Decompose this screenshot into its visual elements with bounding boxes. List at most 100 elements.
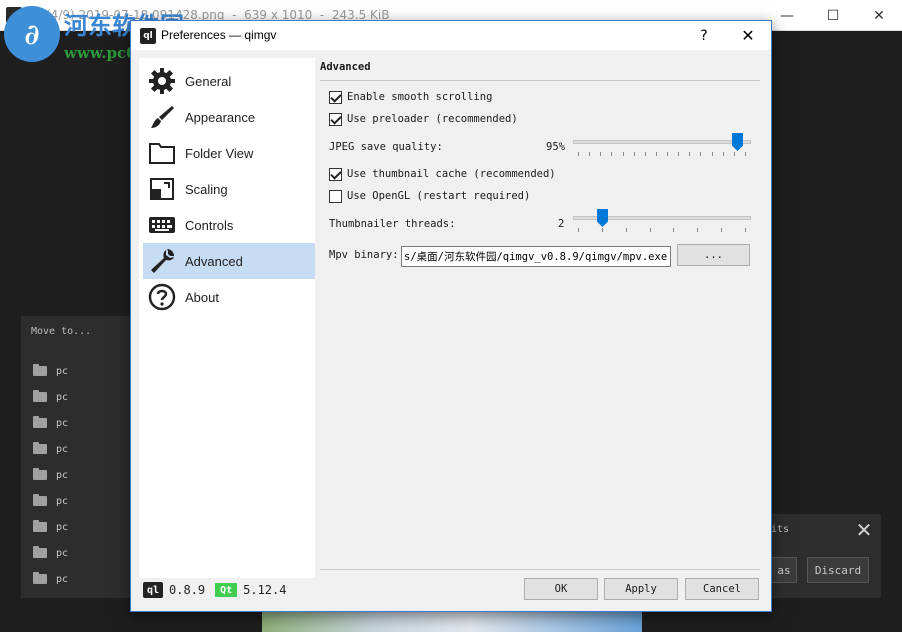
move-to-item-label: pc bbox=[56, 495, 69, 507]
scaling-icon bbox=[147, 174, 177, 204]
move-to-item[interactable]: pc bbox=[33, 468, 68, 482]
dialog-close-button[interactable]: ✕ bbox=[729, 21, 767, 50]
move-to-item[interactable]: pc bbox=[33, 572, 68, 586]
move-to-item-label: pc bbox=[56, 391, 69, 403]
jpeg-quality-slider[interactable] bbox=[573, 133, 751, 157]
slider-tick bbox=[745, 152, 746, 156]
edits-panel-label: its bbox=[771, 524, 790, 535]
checkbox-box[interactable] bbox=[329, 90, 342, 104]
jpeg-quality-value: 95% bbox=[546, 141, 565, 153]
ok-button[interactable]: OK bbox=[524, 578, 598, 600]
slider-tick bbox=[634, 152, 635, 156]
edits-panel: its ✕ as Discard bbox=[771, 514, 881, 598]
move-to-item[interactable]: pc bbox=[33, 494, 68, 508]
slider-tick bbox=[723, 152, 724, 156]
cancel-button[interactable]: Cancel bbox=[685, 578, 759, 600]
slider-tick bbox=[689, 152, 690, 156]
preferences-dialog: ql Preferences — qimgv ? ✕ General Appea… bbox=[130, 20, 772, 612]
mpv-binary-input[interactable]: s/桌面/河东软件园/qimgv_v0.8.9/qimgv/mpv.exe bbox=[401, 246, 671, 267]
move-to-item-label: pc bbox=[56, 573, 69, 585]
folder-icon bbox=[33, 546, 47, 558]
move-to-item[interactable]: pc bbox=[33, 520, 68, 534]
sidebar-item-folder-view[interactable]: Folder View bbox=[143, 135, 315, 171]
help-button[interactable]: ? bbox=[689, 21, 719, 50]
settings-sidebar: General Appearance Folder View Scaling C… bbox=[139, 58, 315, 578]
save-as-button[interactable]: as bbox=[771, 557, 797, 583]
thumbnailer-threads-value: 2 bbox=[558, 218, 565, 230]
folder-icon bbox=[33, 468, 47, 480]
checkbox-label: Enable smooth scrolling bbox=[347, 91, 493, 103]
slider-tick bbox=[589, 152, 590, 156]
thumbnail-cache-checkbox[interactable]: Use thumbnail cache (recommended) bbox=[329, 166, 556, 182]
sidebar-item-scaling[interactable]: Scaling bbox=[143, 171, 315, 207]
sidebar-item-about[interactable]: About bbox=[143, 279, 315, 315]
qimgv-logo-icon: ql bbox=[143, 582, 163, 598]
main-close-button[interactable]: ✕ bbox=[856, 0, 902, 31]
slider-tick bbox=[578, 152, 579, 156]
sidebar-item-general[interactable]: General bbox=[143, 63, 315, 99]
move-to-panel: Move to... pc pc pc pc pc pc pc pc pc bbox=[21, 316, 132, 598]
close-icon[interactable]: ✕ bbox=[854, 520, 874, 540]
section-title: Advanced bbox=[320, 61, 371, 73]
slider-tick bbox=[700, 152, 701, 156]
slider-tick bbox=[650, 228, 651, 232]
thumbnailer-threads-slider[interactable] bbox=[573, 209, 751, 233]
help-circle-icon bbox=[147, 282, 177, 312]
maximize-button[interactable]: ☐ bbox=[810, 0, 856, 31]
checkbox-label: Use OpenGL (restart required) bbox=[347, 190, 531, 202]
folder-icon bbox=[147, 138, 177, 168]
move-to-item[interactable]: pc bbox=[33, 364, 68, 378]
slider-tick bbox=[734, 152, 735, 156]
jpeg-quality-label: JPEG save quality: bbox=[329, 141, 443, 153]
sidebar-item-label: Advanced bbox=[185, 253, 243, 269]
smooth-scrolling-checkbox[interactable]: Enable smooth scrolling bbox=[329, 89, 492, 105]
folder-icon bbox=[33, 442, 47, 454]
move-to-item[interactable]: pc bbox=[33, 442, 68, 456]
brush-icon bbox=[147, 102, 177, 132]
slider-tick bbox=[602, 228, 603, 232]
move-to-item-label: pc bbox=[56, 417, 69, 429]
preloader-checkbox[interactable]: Use preloader (recommended) bbox=[329, 111, 518, 127]
slider-handle[interactable] bbox=[732, 133, 743, 151]
slider-track bbox=[573, 140, 751, 144]
folder-icon bbox=[33, 416, 47, 428]
slider-tick bbox=[678, 152, 679, 156]
sidebar-item-advanced[interactable]: Advanced bbox=[143, 243, 315, 279]
sidebar-item-controls[interactable]: Controls bbox=[143, 207, 315, 243]
thumbnailer-threads-label: Thumbnailer threads: bbox=[329, 218, 456, 230]
sidebar-item-label: Scaling bbox=[185, 181, 228, 197]
qt-logo-icon: Qt bbox=[215, 583, 238, 597]
slider-tick bbox=[656, 152, 657, 156]
slider-tick bbox=[712, 152, 713, 156]
checkbox-box[interactable] bbox=[329, 189, 342, 203]
move-to-item-label: pc bbox=[56, 547, 69, 559]
move-to-item[interactable]: pc bbox=[33, 390, 68, 404]
slider-tick bbox=[623, 152, 624, 156]
sidebar-item-label: Folder View bbox=[185, 145, 254, 161]
dialog-titlebar: ql Preferences — qimgv ? ✕ bbox=[131, 21, 771, 50]
checkbox-label: Use thumbnail cache (recommended) bbox=[347, 168, 556, 180]
move-to-header: Move to... bbox=[31, 326, 92, 337]
slider-tick bbox=[673, 228, 674, 232]
checkbox-label: Use preloader (recommended) bbox=[347, 113, 518, 125]
apply-button[interactable]: Apply bbox=[604, 578, 678, 600]
slider-tick bbox=[645, 152, 646, 156]
folder-icon bbox=[33, 494, 47, 506]
move-to-item[interactable]: pc bbox=[33, 546, 68, 560]
sidebar-item-label: General bbox=[185, 73, 232, 89]
gear-icon bbox=[147, 66, 177, 96]
slider-tick bbox=[745, 228, 746, 232]
browse-button[interactable]: ... bbox=[677, 244, 750, 266]
folder-icon bbox=[33, 390, 47, 402]
sidebar-item-label: About bbox=[185, 289, 219, 305]
folder-icon bbox=[33, 520, 47, 532]
checkbox-box[interactable] bbox=[329, 112, 342, 126]
move-to-item[interactable]: pc bbox=[33, 416, 68, 430]
slider-handle[interactable] bbox=[597, 209, 608, 227]
discard-button[interactable]: Discard bbox=[807, 557, 869, 583]
sidebar-item-appearance[interactable]: Appearance bbox=[143, 99, 315, 135]
opengl-checkbox[interactable]: Use OpenGL (restart required) bbox=[329, 188, 530, 204]
folder-icon bbox=[33, 364, 47, 376]
qimgv-app-icon: ql bbox=[140, 28, 156, 44]
checkbox-box[interactable] bbox=[329, 167, 342, 181]
